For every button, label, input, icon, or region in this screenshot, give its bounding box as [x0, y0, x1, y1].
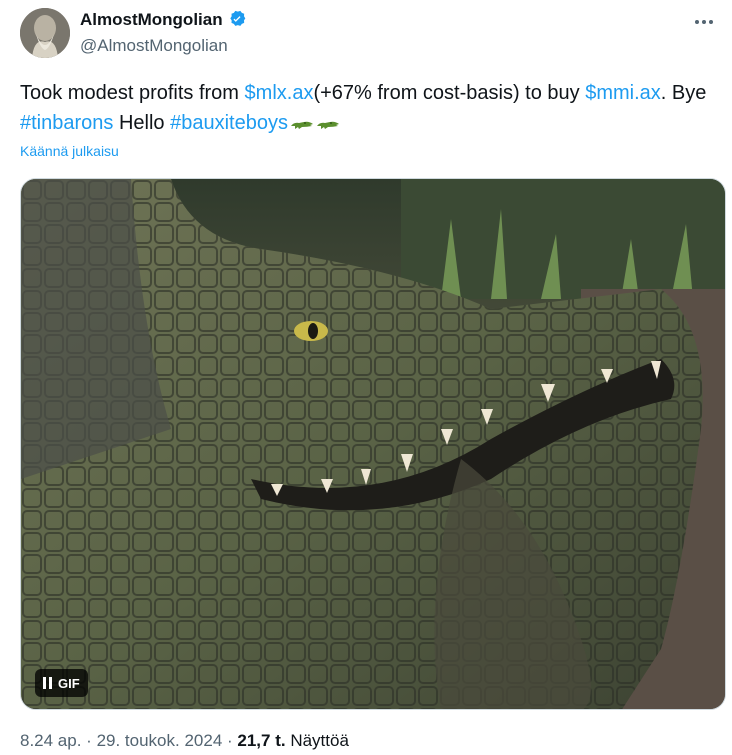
- tweet-text-segment: Hello: [113, 112, 171, 134]
- author-handle[interactable]: @AlmostMongolian: [80, 36, 228, 56]
- hashtag-link-bauxiteboys[interactable]: #bauxiteboys: [170, 112, 288, 134]
- avatar[interactable]: [20, 8, 70, 58]
- separator-dot: ·: [81, 731, 97, 750]
- views-count: 21,7 t.: [237, 731, 286, 750]
- separator-dot: ·: [222, 731, 238, 750]
- crocodile-emoji-icon: [316, 121, 339, 129]
- author-name-row[interactable]: AlmostMongolian: [80, 10, 247, 30]
- avatar-image: [20, 8, 70, 58]
- author-display-name[interactable]: AlmostMongolian: [80, 10, 223, 30]
- cashtag-link-mmi[interactable]: $mmi.ax: [585, 82, 661, 104]
- gif-badge[interactable]: GIF: [35, 669, 88, 697]
- tweet-text-segment: (+67% from cost-basis) to buy: [313, 82, 586, 104]
- crocodile-gif-image: [21, 179, 725, 709]
- hashtag-link-tinbarons[interactable]: #tinbarons: [20, 112, 113, 134]
- verified-badge-icon: [229, 10, 245, 26]
- tweet-metadata: 8.24 ap. · 29. toukok. 2024 · 21,7 t. Nä…: [20, 731, 349, 751]
- tweet-text-segment: . Bye: [660, 82, 707, 104]
- translate-post-link[interactable]: Käännä julkaisu: [20, 143, 119, 159]
- tweet-date[interactable]: 29. toukok. 2024: [97, 731, 223, 750]
- cashtag-link-mlx[interactable]: $mlx.ax: [245, 82, 314, 104]
- tweet-media-gif[interactable]: GIF: [20, 178, 726, 710]
- gif-label: GIF: [58, 675, 80, 691]
- tweet-text: Took modest profits from $mlx.ax(+67% fr…: [20, 78, 710, 138]
- crocodile-emoji-icon: [290, 121, 313, 129]
- tweet-text-segment: Took modest profits from: [20, 82, 245, 104]
- tweet-time[interactable]: 8.24 ap.: [20, 731, 81, 750]
- pause-icon[interactable]: [43, 677, 52, 689]
- views-label: Näyttöä: [285, 731, 349, 750]
- more-options-icon[interactable]: [692, 10, 716, 34]
